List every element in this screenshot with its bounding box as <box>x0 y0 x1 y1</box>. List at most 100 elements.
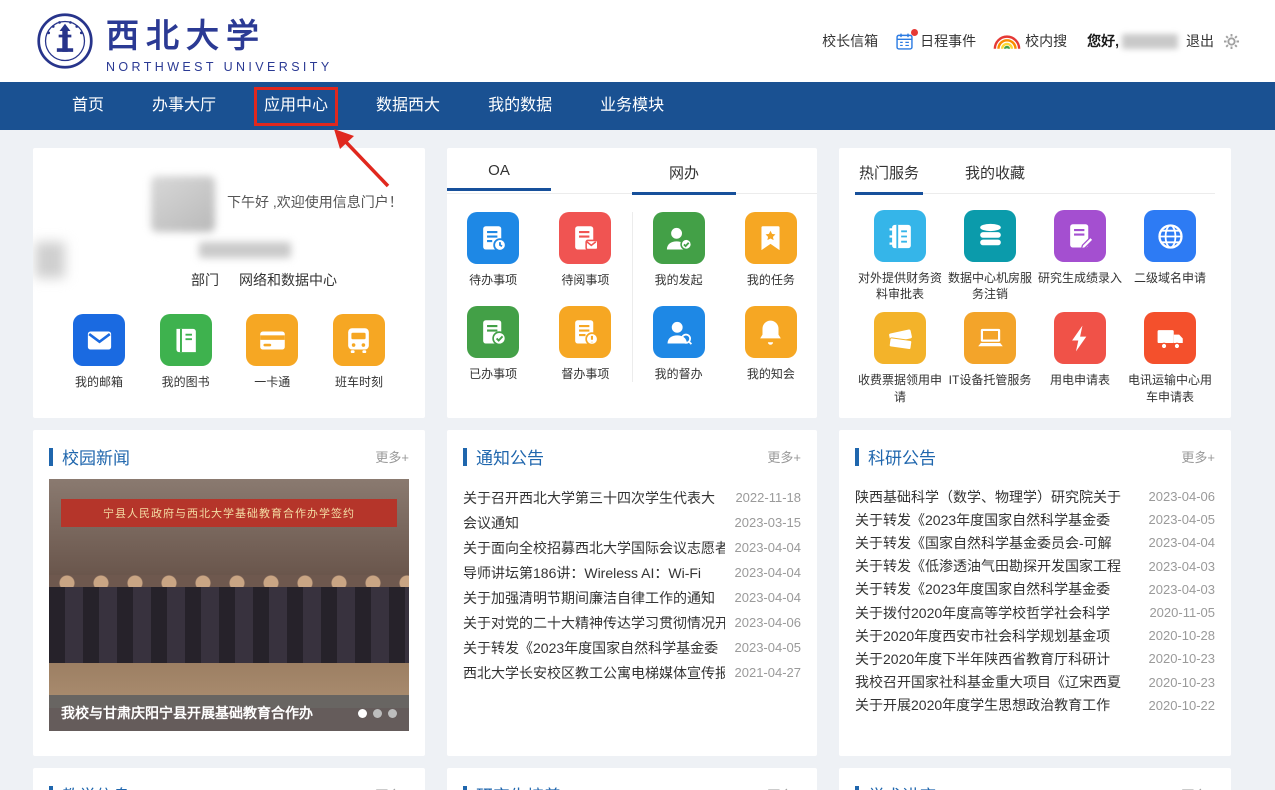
notice-date: 2023-04-04 <box>735 540 802 555</box>
notice-title[interactable]: 关于转发《2023年度国家自然科学基金委 <box>855 510 1139 530</box>
notice-item[interactable]: 关于2020年度西安市社会科学规划基金项 2020-10-28 <box>855 624 1215 647</box>
more-link[interactable]: 更多+ <box>375 785 409 790</box>
book-icon <box>170 325 201 356</box>
app-tile[interactable]: 我的任务 <box>731 212 811 288</box>
carousel-dot[interactable] <box>358 709 367 718</box>
notice-title[interactable]: 陕西基础科学（数学、物理学）研究院关于 <box>855 487 1139 507</box>
notice-title[interactable]: 关于召开西北大学第三十四次学生代表大 <box>463 488 725 508</box>
more-link[interactable]: 更多+ <box>767 447 801 466</box>
university-logo[interactable]: 西北大学 NORTHWEST UNIVERSITY <box>36 9 333 74</box>
more-link[interactable]: 更多+ <box>1181 785 1215 790</box>
nav-item-service-hall[interactable]: 办事大厅 <box>152 82 216 130</box>
notice-item[interactable]: 关于拨付2020年度高等学校哲学社会科学 2020-11-05 <box>855 601 1215 624</box>
app-tile[interactable]: 收费票据领用申请 <box>856 312 944 404</box>
nav-item-home[interactable]: 首页 <box>72 82 104 130</box>
app-tile[interactable]: 我的邮箱 <box>57 314 141 390</box>
app-tile[interactable]: 电讯运输中心用车申请表 <box>1126 312 1214 404</box>
oa-section-title[interactable]: OA <box>447 162 551 191</box>
app-tile[interactable]: 督办事项 <box>545 306 625 382</box>
nav-item-my-data[interactable]: 我的数据 <box>488 82 552 130</box>
tab-hot-services[interactable]: 热门服务 <box>855 162 923 195</box>
notice-item[interactable]: 关于转发《低渗透油气田勘探开发国家工程 2023-04-03 <box>855 555 1215 578</box>
header-links: 校长信箱 日程事件 校内搜 您好, 退出 <box>822 31 1241 52</box>
logout-link[interactable]: 退出 <box>1186 31 1214 51</box>
notice-title[interactable]: 关于加强清明节期间廉洁自律工作的通知 <box>463 588 725 608</box>
gear-icon[interactable] <box>1222 32 1241 51</box>
news-caption-bar[interactable]: 我校与甘肃庆阳宁县开展基础教育合作办 <box>49 695 409 731</box>
notice-title[interactable]: 关于转发《低渗透油气田勘探开发国家工程 <box>855 556 1139 576</box>
notice-title[interactable]: 关于拨付2020年度高等学校哲学社会科学 <box>855 603 1139 623</box>
app-tile[interactable]: 我的知会 <box>731 306 811 382</box>
notice-item[interactable]: 西北大学长安校区教工公寓电梯媒体宣传报 2021-04-27 <box>463 660 801 685</box>
notice-title[interactable]: 关于转发《国家自然科学基金委员会-可解 <box>855 533 1139 553</box>
more-link[interactable]: 更多+ <box>767 785 801 790</box>
notice-item[interactable]: 关于召开西北大学第三十四次学生代表大 2022-11-18 <box>463 485 801 510</box>
carousel-dot[interactable] <box>388 709 397 718</box>
app-tile[interactable]: 一卡通 <box>230 314 314 390</box>
notice-item[interactable]: 陕西基础科学（数学、物理学）研究院关于 2023-04-06 <box>855 485 1215 508</box>
app-tile[interactable]: 待阅事项 <box>545 212 625 288</box>
app-tile[interactable]: 对外提供财务资料审批表 <box>856 210 944 302</box>
app-tile[interactable]: 已办事项 <box>453 306 533 382</box>
notice-item[interactable]: 关于开展2020年度学生思想政治教育工作 2020-10-22 <box>855 694 1215 717</box>
notice-title[interactable]: 关于转发《2023年度国家自然科学基金委 <box>855 579 1139 599</box>
app-tile[interactable]: 数据中心机房服务注销 <box>946 210 1034 302</box>
app-tile[interactable]: IT设备托管服务 <box>946 312 1034 404</box>
notice-item[interactable]: 关于对党的二十大精神传达学习贯彻情况开 2023-04-06 <box>463 610 801 635</box>
tab-my-favorites[interactable]: 我的收藏 <box>961 162 1029 193</box>
notice-item[interactable]: 会议通知 2023-03-15 <box>463 510 801 535</box>
nav-item-app-center[interactable]: 应用中心 <box>264 82 328 130</box>
notice-title[interactable]: 西北大学长安校区教工公寓电梯媒体宣传报 <box>463 663 725 683</box>
notice-title[interactable]: 关于对党的二十大精神传达学习贯彻情况开 <box>463 613 725 633</box>
more-link[interactable]: 更多+ <box>1181 447 1215 466</box>
campus-search-link[interactable]: 校内搜 <box>1025 31 1067 51</box>
news-caption-text[interactable]: 我校与甘肃庆阳宁县开展基础教育合作办 <box>61 703 313 723</box>
notice-item[interactable]: 我校召开国家社科基金重大项目《辽宋西夏 2020-10-23 <box>855 671 1215 694</box>
notice-title[interactable]: 关于开展2020年度学生思想政治教育工作 <box>855 695 1139 715</box>
schedule-link[interactable]: 日程事件 <box>920 31 976 51</box>
app-tile[interactable]: 我的发起 <box>639 212 719 288</box>
calendar-icon[interactable] <box>894 31 915 52</box>
notice-item[interactable]: 关于转发《2023年度国家自然科学基金委 2023-04-05 <box>855 508 1215 531</box>
notice-item[interactable]: 导师讲坛第186讲：Wireless AI：Wi-Fi 2023-04-04 <box>463 560 801 585</box>
app-tile[interactable]: 待办事项 <box>453 212 533 288</box>
notice-item[interactable]: 关于转发《2023年度国家自然科学基金委 2023-04-03 <box>855 578 1215 601</box>
notice-title[interactable]: 关于面向全校招募西北大学国际会议志愿者 <box>463 538 725 558</box>
notice-item[interactable]: 关于转发《2023年度国家自然科学基金委 2023-04-05 <box>463 635 801 660</box>
app-tile[interactable]: 用电申请表 <box>1036 312 1124 404</box>
more-link[interactable]: 更多+ <box>375 447 409 466</box>
notice-title[interactable]: 关于2020年度下半年陕西省教育厅科研计 <box>855 649 1139 669</box>
notice-title[interactable]: 我校召开国家社科基金重大项目《辽宋西夏 <box>855 672 1139 692</box>
notice-title[interactable]: 会议通知 <box>463 513 725 533</box>
president-mailbox-link[interactable]: 校长信箱 <box>822 31 878 51</box>
app-label: 待办事项 <box>469 272 517 288</box>
notice-item[interactable]: 关于加强清明节期间廉洁自律工作的通知 2023-04-04 <box>463 585 801 610</box>
news-photo[interactable]: 宁县人民政府与西北大学基础教育合作办学签约 我校与甘肃庆阳宁县开展基础教育合作办 <box>49 479 409 731</box>
online-office-section-title[interactable]: 网办 <box>632 162 736 195</box>
notice-item[interactable]: 关于转发《国家自然科学基金委员会-可解 2023-04-04 <box>855 531 1215 554</box>
notice-item[interactable]: 关于面向全校招募西北大学国际会议志愿者 2023-04-04 <box>463 535 801 560</box>
notice-item[interactable]: 关于2020年度下半年陕西省教育厅科研计 2020-10-23 <box>855 647 1215 670</box>
app-label: 我的任务 <box>747 272 795 288</box>
rainbow-search-icon[interactable] <box>992 33 1022 50</box>
carousel-dot[interactable] <box>373 709 382 718</box>
card-title: 教学信息 <box>62 782 375 790</box>
app-tile[interactable]: 我的督办 <box>639 306 719 382</box>
app-tile[interactable]: 班车时刻 <box>317 314 401 390</box>
app-tile[interactable]: 我的图书 <box>144 314 228 390</box>
oa-app-grid: 待办事项 待阅事项 <box>447 212 633 382</box>
tickets-icon <box>885 323 916 354</box>
academic-lectures-card: 学术讲座 更多+ <box>839 768 1231 790</box>
user-name-blurred <box>199 242 291 258</box>
nav-item-data-nwu[interactable]: 数据西大 <box>376 82 440 130</box>
app-tile[interactable]: 二级域名申请 <box>1126 210 1214 302</box>
notice-title[interactable]: 关于2020年度西安市社会科学规划基金项 <box>855 626 1139 646</box>
app-tile[interactable]: 研究生成绩录入 <box>1036 210 1124 302</box>
notice-title[interactable]: 导师讲坛第186讲：Wireless AI：Wi-Fi <box>463 563 725 583</box>
laptop-icon <box>975 323 1006 354</box>
nav-item-business-modules[interactable]: 业务模块 <box>600 82 664 130</box>
app-label: 我的发起 <box>655 272 703 288</box>
card-icon <box>257 325 288 356</box>
notice-title[interactable]: 关于转发《2023年度国家自然科学基金委 <box>463 638 725 658</box>
app-label: 对外提供财务资料审批表 <box>856 270 944 302</box>
